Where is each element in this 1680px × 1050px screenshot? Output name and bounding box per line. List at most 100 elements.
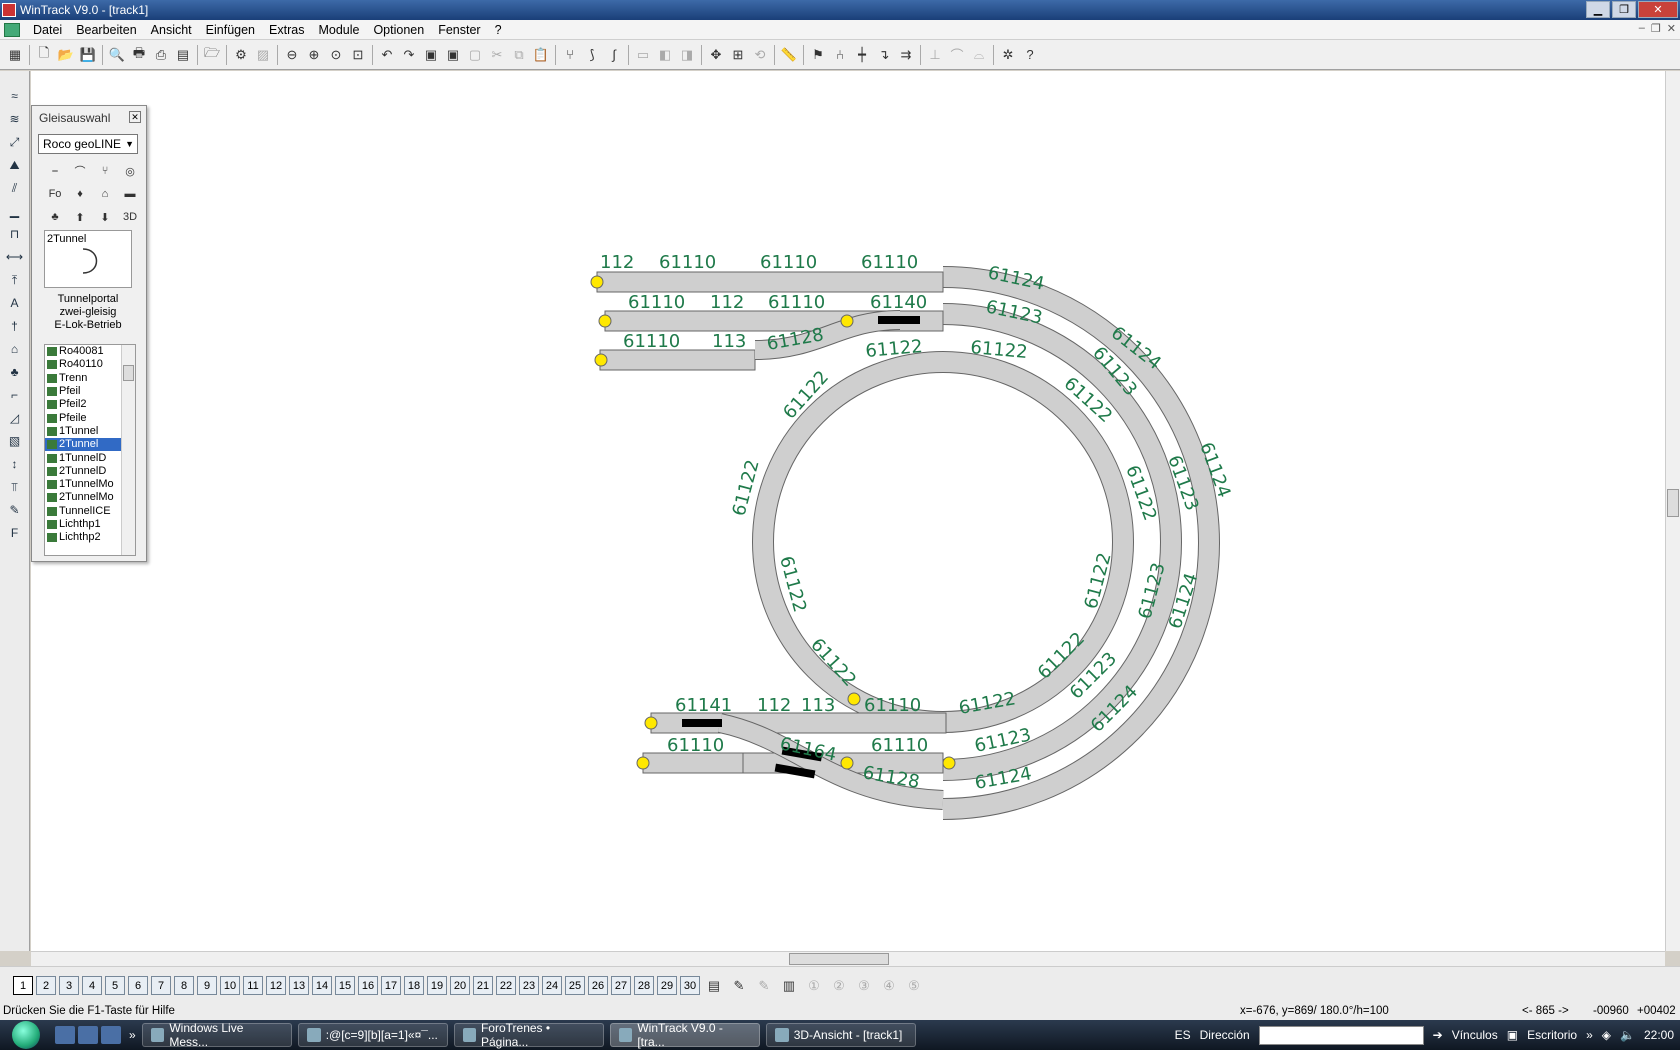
scroll-thumb[interactable] bbox=[1667, 489, 1679, 517]
tree-catalog-icon[interactable]: ♣ bbox=[44, 207, 66, 227]
volume-icon[interactable]: 🔈 bbox=[1620, 1028, 1635, 1042]
road-tool-icon[interactable]: ⫽ bbox=[4, 178, 26, 198]
layer-18[interactable]: 18 bbox=[404, 976, 424, 995]
polyline-tool-icon[interactable]: ⌐ bbox=[4, 385, 26, 405]
signal-tool-icon[interactable]: † bbox=[4, 316, 26, 336]
font-tool-icon[interactable]: F bbox=[4, 523, 26, 543]
horizontal-scrollbar[interactable] bbox=[31, 951, 1665, 966]
task-messenger[interactable]: Windows Live Mess... bbox=[141, 1021, 292, 1049]
menu-ansicht[interactable]: Ansicht bbox=[144, 20, 199, 40]
redo-icon[interactable]: ↷ bbox=[398, 44, 420, 66]
track-end-connector[interactable] bbox=[590, 275, 604, 289]
pencil-tool-icon[interactable]: ✎ bbox=[4, 500, 26, 520]
curve-track-icon[interactable]: ⌒ bbox=[69, 161, 91, 181]
links-toolbar[interactable]: Vínculos bbox=[1452, 1028, 1498, 1042]
print-setup-icon[interactable]: ⎙ bbox=[150, 44, 172, 66]
zoom-out-icon[interactable]: ⊖ bbox=[281, 44, 303, 66]
zoom-fit-icon[interactable]: ⊡ bbox=[347, 44, 369, 66]
list-scrollbar[interactable] bbox=[121, 345, 135, 555]
desktop-icon[interactable]: ▣ bbox=[1507, 1028, 1518, 1042]
palette-close-icon[interactable]: ✕ bbox=[129, 111, 141, 123]
task-wintrack[interactable]: WinTrack V9.0 - [tra... bbox=[609, 1021, 760, 1049]
track-end-connector[interactable] bbox=[636, 756, 650, 770]
menu-extras[interactable]: Extras bbox=[262, 20, 311, 40]
layer-16[interactable]: 16 bbox=[358, 976, 378, 995]
straight-track-icon[interactable]: ⎯ bbox=[44, 161, 66, 181]
signal-catalog-icon[interactable]: ♦ bbox=[69, 184, 91, 204]
task-chat[interactable]: :@[c=9][b][a=1]«¤¯... bbox=[297, 1023, 448, 1047]
network-icon[interactable]: ◈ bbox=[1602, 1028, 1611, 1042]
tray-expand-icon[interactable]: » bbox=[1586, 1028, 1593, 1042]
layer-8[interactable]: 8 bbox=[174, 976, 194, 995]
scroll-thumb[interactable] bbox=[789, 953, 889, 965]
move-icon[interactable]: ✥ bbox=[705, 44, 727, 66]
paste-icon[interactable]: 📋 bbox=[530, 44, 552, 66]
print-icon[interactable]: 🖶 bbox=[128, 44, 150, 66]
grid-toggle-icon[interactable]: ▦ bbox=[4, 44, 26, 66]
group-icon[interactable]: ▭ bbox=[632, 44, 654, 66]
slope-tool-icon[interactable]: ◿ bbox=[4, 408, 26, 428]
landscape-tool-icon[interactable]: ▧ bbox=[4, 431, 26, 451]
layer-17[interactable]: 17 bbox=[381, 976, 401, 995]
building-tool-icon[interactable]: ⌂ bbox=[4, 339, 26, 359]
view-3-icon[interactable]: ③ bbox=[853, 975, 875, 997]
layer-colors-icon[interactable]: ▤ bbox=[703, 975, 725, 997]
layer-stack-icon[interactable]: ▥ bbox=[778, 975, 800, 997]
document-icon[interactable] bbox=[4, 22, 20, 37]
straight-track-top-3[interactable] bbox=[599, 349, 756, 371]
layer-15[interactable]: 15 bbox=[335, 976, 355, 995]
layer-29[interactable]: 29 bbox=[657, 976, 677, 995]
menu-bearbeiten[interactable]: Bearbeiten bbox=[69, 20, 143, 40]
scroll-thumb[interactable] bbox=[123, 365, 134, 381]
layer-21[interactable]: 21 bbox=[473, 976, 493, 995]
layer-14[interactable]: 14 bbox=[312, 976, 332, 995]
platform-catalog-icon[interactable]: ▬ bbox=[119, 184, 141, 204]
layer-5[interactable]: 5 bbox=[105, 976, 125, 995]
zoom-window-icon[interactable]: ⊙ bbox=[325, 44, 347, 66]
properties-icon[interactable]: ⚙ bbox=[230, 44, 252, 66]
mdi-close-icon[interactable]: ✕ bbox=[1667, 22, 1676, 35]
open-folder-icon[interactable]: 🗁 bbox=[201, 44, 223, 66]
signal-icon[interactable]: ⚑ bbox=[807, 44, 829, 66]
image-icon[interactable]: ▨ bbox=[252, 44, 274, 66]
task-3d-view[interactable]: 3D-Ansicht - [track1] bbox=[765, 1023, 916, 1047]
menu-einfuegen[interactable]: Einfügen bbox=[199, 20, 262, 40]
start-button[interactable] bbox=[0, 1020, 52, 1050]
delete-icon[interactable]: ▣ bbox=[420, 44, 442, 66]
zoom-in-icon[interactable]: ⊕ bbox=[303, 44, 325, 66]
send-back-icon[interactable]: ◨ bbox=[676, 44, 698, 66]
open-file-icon[interactable]: 📂 bbox=[55, 44, 77, 66]
track-end-connector[interactable] bbox=[594, 353, 608, 367]
layer-23[interactable]: 23 bbox=[519, 976, 539, 995]
layer-19[interactable]: 19 bbox=[427, 976, 447, 995]
mdi-restore-icon[interactable]: ❐ bbox=[1651, 22, 1661, 35]
text-tool-icon[interactable]: A bbox=[4, 293, 26, 313]
track-layout[interactable]: 112 61110 61110 61110 61124 61110 112 61… bbox=[31, 71, 1665, 951]
copy-icon[interactable]: ⧉ bbox=[508, 44, 530, 66]
layer-4[interactable]: 4 bbox=[82, 976, 102, 995]
cut-track-icon[interactable]: ┿ bbox=[851, 44, 873, 66]
layer-12[interactable]: 12 bbox=[266, 976, 286, 995]
building-catalog-icon[interactable]: ⌂ bbox=[94, 184, 116, 204]
arrow-up-icon[interactable]: ⬆ bbox=[69, 207, 91, 227]
measure-icon[interactable]: 📏 bbox=[778, 44, 800, 66]
tree-tool-icon[interactable]: ♣ bbox=[4, 362, 26, 382]
dimension-tool-icon[interactable]: ⟷ bbox=[4, 247, 26, 267]
3d-view-icon[interactable]: 3D bbox=[119, 207, 141, 227]
layer-20[interactable]: 20 bbox=[450, 976, 470, 995]
drawing-canvas[interactable]: 112 61110 61110 61110 61124 61110 112 61… bbox=[31, 71, 1665, 951]
layer-10[interactable]: 10 bbox=[220, 976, 240, 995]
line-icon[interactable]: ∫ bbox=[603, 44, 625, 66]
layer-2[interactable]: 2 bbox=[36, 976, 56, 995]
new-file-icon[interactable]: 🗋 bbox=[33, 44, 55, 66]
connect-icon[interactable]: ⊞ bbox=[727, 44, 749, 66]
layer-22[interactable]: 22 bbox=[496, 976, 516, 995]
track-end-connector[interactable] bbox=[847, 692, 861, 706]
view-2-icon[interactable]: ② bbox=[828, 975, 850, 997]
flex-track-angle-icon[interactable]: ≋ bbox=[4, 109, 26, 129]
track-list[interactable]: Ro40081 Ro40110 Trenn Pfeil Pfeil2 Pfeil… bbox=[44, 344, 136, 556]
split-track-icon[interactable]: ⑃ bbox=[829, 44, 851, 66]
close-button[interactable]: ✕ bbox=[1638, 1, 1678, 18]
maximize-button[interactable]: ❐ bbox=[1612, 1, 1636, 18]
cut-icon[interactable]: ✂ bbox=[486, 44, 508, 66]
